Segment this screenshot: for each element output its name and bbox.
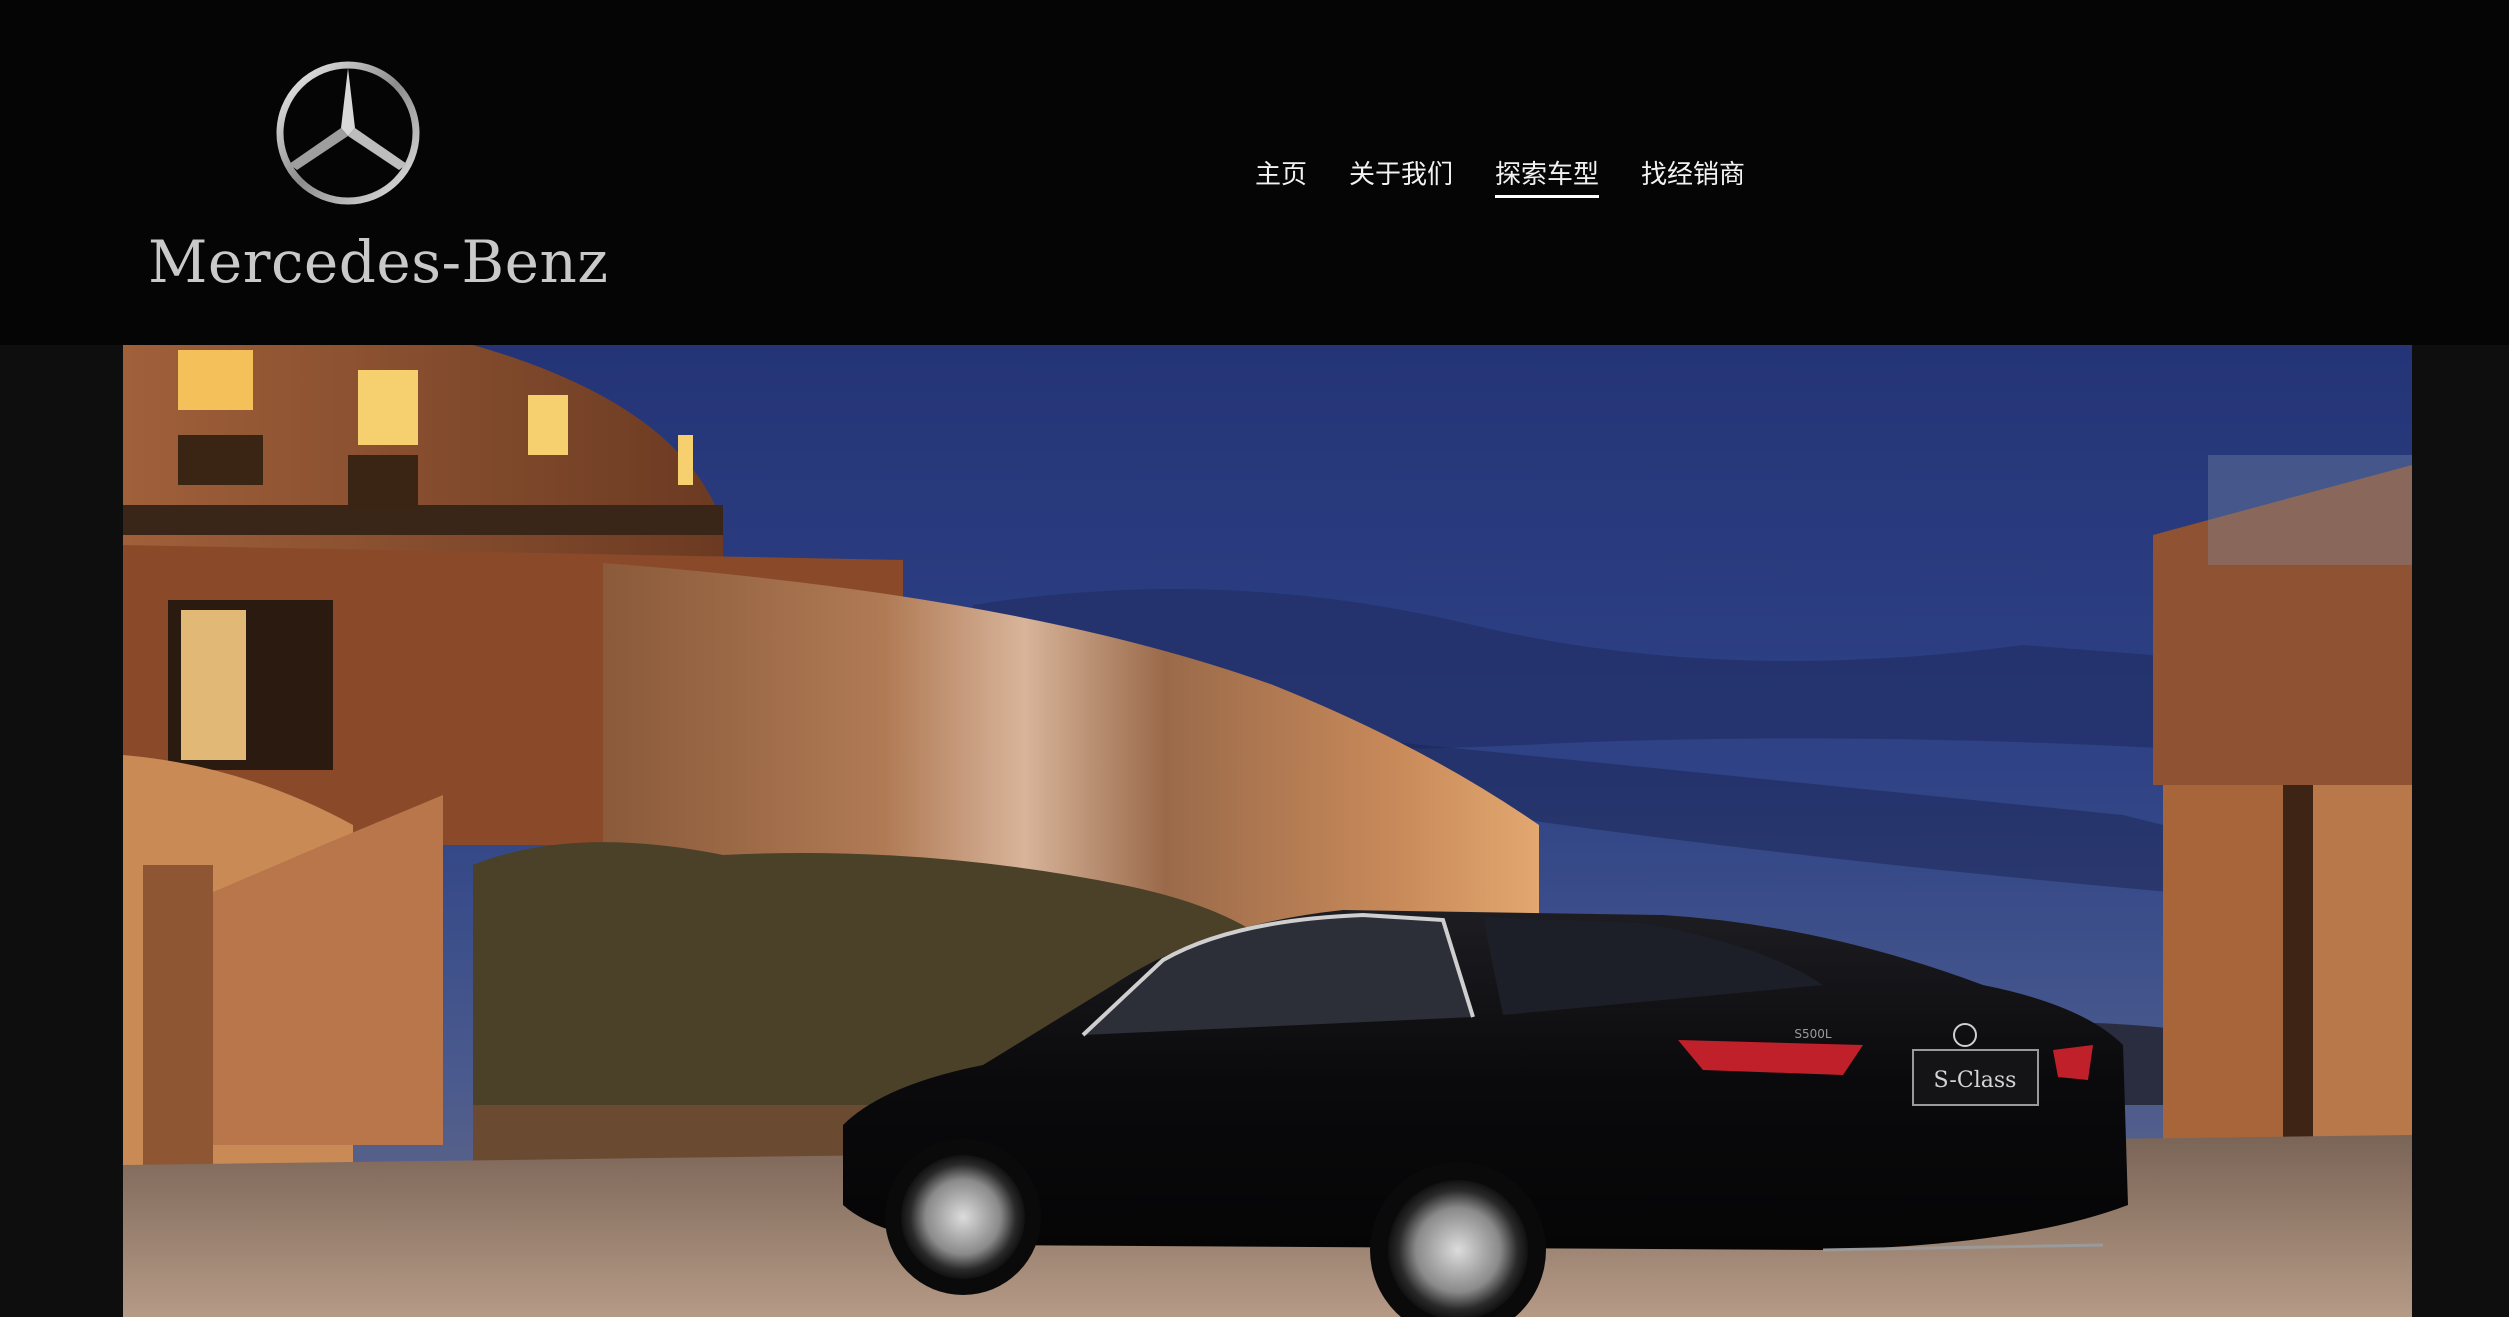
model-badge: S-Class [1934, 1068, 2017, 1093]
brand-wordmark: Mercedes-Benz [148, 228, 609, 296]
hero-image: S-Class S500L [123, 345, 2412, 1317]
main-nav: 主页 关于我们 探索车型 找经销商 [1255, 158, 1745, 198]
nav-item-about[interactable]: 关于我们 [1349, 158, 1453, 198]
brand-logo[interactable]: Mercedes-Benz [148, 58, 609, 303]
nav-item-find-dealer[interactable]: 找经销商 [1641, 158, 1745, 198]
nav-item-explore-models[interactable]: 探索车型 [1495, 158, 1600, 198]
three-pointed-star-icon [276, 61, 420, 205]
trunk-badge: S500L [1794, 1027, 1832, 1041]
site-header: Mercedes-Benz 主页 关于我们 探索车型 找经销商 [0, 0, 2509, 345]
hero-banner[interactable]: S-Class S500L [123, 345, 2412, 1317]
nav-item-home[interactable]: 主页 [1255, 158, 1307, 198]
